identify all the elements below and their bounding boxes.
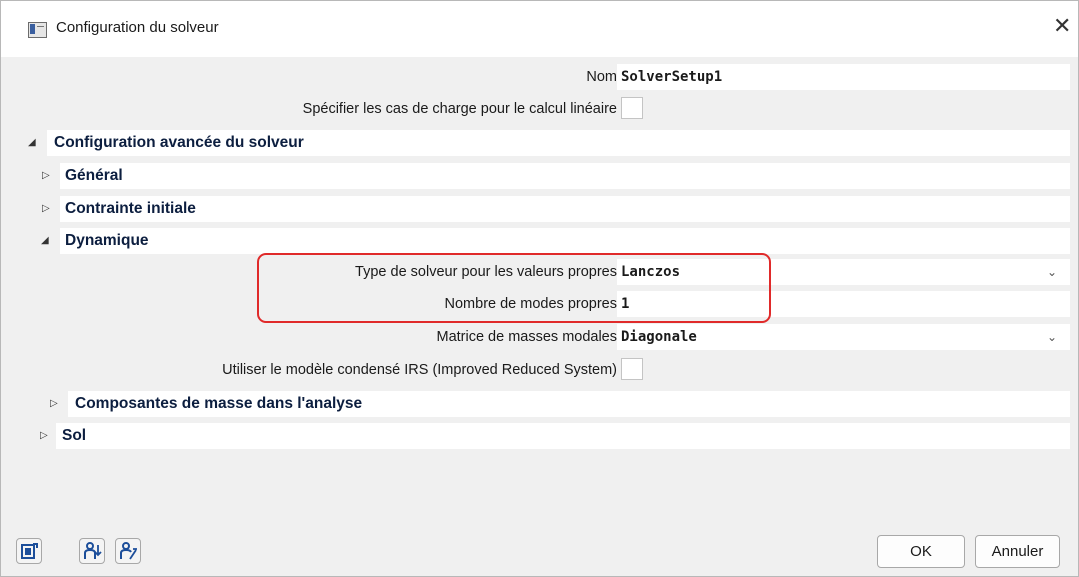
row-composantes: ▷ Composantes de masse dans l'analyse — [10, 388, 1070, 420]
export-button[interactable] — [16, 538, 42, 564]
window-title: Configuration du solveur — [56, 19, 219, 36]
row-specifier: Spécifier les cas de charge pour le calc… — [10, 93, 1070, 125]
specifier-label: Spécifier les cas de charge pour le calc… — [302, 101, 617, 117]
general-label[interactable]: Général — [65, 160, 123, 192]
row-matrice: Matrice de masses modales Diagonale ⌄ — [10, 321, 1070, 353]
sol-bg — [56, 423, 1070, 449]
chevron-down-icon[interactable]: ⌄ — [1044, 259, 1060, 285]
user-settings-icon — [120, 542, 137, 560]
composantes-label[interactable]: Composantes de masse dans l'analyse — [75, 388, 362, 420]
general-bg — [60, 163, 1070, 189]
user-download-icon — [84, 542, 102, 559]
collapse-triangle-icon[interactable]: ◢ — [41, 225, 49, 257]
load-user-settings-button[interactable] — [79, 538, 105, 564]
dynamique-label[interactable]: Dynamique — [65, 225, 149, 257]
app-icon — [28, 22, 47, 38]
contrainte-label[interactable]: Contrainte initiale — [65, 193, 196, 225]
collapse-triangle-icon[interactable]: ◢ — [28, 127, 36, 159]
contrainte-bg — [60, 196, 1070, 222]
dynamique-bg — [60, 228, 1070, 254]
matrice-select[interactable]: Diagonale — [617, 324, 1070, 350]
title-bar: Configuration du solveur ✕ — [1, 1, 1078, 57]
irs-label: Utiliser le modèle condensé IRS (Improve… — [222, 362, 617, 378]
sol-label[interactable]: Sol — [62, 420, 86, 452]
chevron-down-icon[interactable]: ⌄ — [1044, 324, 1060, 350]
row-contrainte: ▷ Contrainte initiale — [10, 193, 1070, 225]
specifier-checkbox[interactable] — [621, 97, 643, 119]
expand-triangle-icon[interactable]: ▷ — [50, 388, 58, 420]
row-general: ▷ Général — [10, 160, 1070, 192]
export-icon — [21, 543, 38, 559]
nom-field[interactable]: SolverSetup1 — [617, 64, 1070, 90]
expand-triangle-icon[interactable]: ▷ — [42, 193, 50, 225]
cancel-button[interactable]: Annuler — [975, 535, 1060, 568]
highlight-annotation — [257, 253, 771, 323]
save-user-settings-button[interactable] — [115, 538, 141, 564]
config-avancee-label[interactable]: Configuration avancée du solveur — [54, 127, 304, 159]
expand-triangle-icon[interactable]: ▷ — [42, 160, 50, 192]
expand-triangle-icon[interactable]: ▷ — [40, 420, 48, 452]
ok-button[interactable]: OK — [877, 535, 965, 568]
close-icon[interactable]: ✕ — [1053, 15, 1071, 37]
row-config-avancee: ◢ Configuration avancée du solveur — [10, 127, 1070, 159]
irs-checkbox[interactable] — [621, 358, 643, 380]
nom-label: Nom — [586, 69, 617, 85]
row-nom: Nom SolverSetup1 — [10, 61, 1070, 93]
matrice-label: Matrice de masses modales — [436, 329, 617, 345]
row-irs: Utiliser le modèle condensé IRS (Improve… — [10, 354, 1070, 386]
row-sol: ▷ Sol — [10, 420, 1070, 452]
solver-config-dialog: Configuration du solveur ✕ Nom SolverSet… — [0, 0, 1079, 577]
